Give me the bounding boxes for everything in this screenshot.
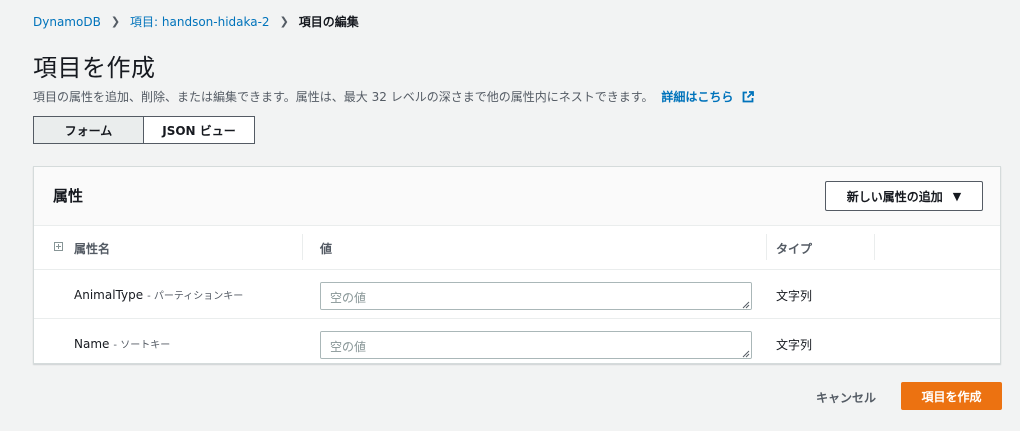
column-divider — [302, 234, 303, 260]
attribute-row-name: Name- ソートキー 文字列 — [34, 319, 1000, 367]
name-value-input[interactable] — [320, 331, 752, 359]
column-header-name: 属性名 — [74, 242, 111, 256]
column-header-type: タイプ — [776, 242, 813, 256]
breadcrumb-current: 項目の編集 — [298, 15, 359, 29]
column-header-value: 値 — [320, 242, 333, 256]
breadcrumb-item-link[interactable]: 項目: handson-hidaka-2 — [130, 13, 270, 30]
form-view-button[interactable]: フォーム — [33, 116, 144, 144]
animaltype-value-input[interactable] — [320, 282, 752, 310]
attribute-name: AnimalType - パーティションキー — [74, 287, 243, 302]
partition-key-hint: - パーティションキー — [147, 291, 244, 302]
attributes-table-header: 属性名 値 タイプ — [34, 226, 1000, 270]
learn-more-link[interactable]: 詳細はこちら — [661, 90, 754, 104]
page-description: 項目の属性を追加、削除、または編集できます。属性は、最大 32 レベルの深さまで… — [33, 88, 754, 105]
caret-down-icon: ▼ — [952, 189, 962, 203]
attributes-panel-title: 属性 — [53, 187, 84, 205]
attributes-panel-header: 属性 新しい属性の追加 ▼ — [34, 167, 1000, 226]
column-divider — [766, 234, 767, 260]
sort-key-hint: - ソートキー — [113, 340, 171, 351]
add-new-attribute-button[interactable]: 新しい属性の追加 ▼ — [825, 181, 983, 211]
attribute-name-text: Name — [74, 337, 110, 351]
breadcrumb: DynamoDB ❯ 項目: handson-hidaka-2 ❯ 項目の編集 — [33, 13, 359, 30]
create-item-button[interactable]: 項目を作成 — [901, 382, 1002, 410]
json-view-button[interactable]: JSON ビュー — [144, 116, 255, 144]
add-new-attribute-label: 新しい属性の追加 — [846, 189, 943, 204]
external-link-icon — [742, 91, 754, 103]
breadcrumb-dynamodb-link[interactable]: DynamoDB — [33, 15, 101, 29]
chevron-right-icon: ❯ — [110, 15, 121, 28]
view-toggle: フォーム JSON ビュー — [33, 116, 255, 144]
cancel-button[interactable]: キャンセル — [800, 386, 892, 408]
attribute-name-text: AnimalType — [74, 288, 144, 302]
expand-all-icon[interactable] — [54, 242, 63, 251]
page-title: 項目を作成 — [33, 54, 156, 82]
description-text: 項目の属性を追加、削除、または編集できます。属性は、最大 32 レベルの深さまで… — [33, 90, 654, 104]
attribute-type: 文字列 — [776, 338, 813, 352]
learn-more-label: 詳細はこちら — [661, 90, 734, 104]
attribute-name: Name - ソートキー — [74, 336, 170, 351]
attributes-panel: 属性 新しい属性の追加 ▼ 属性名 値 タイプ AnimalType - パーティ… — [33, 166, 1001, 364]
attribute-type: 文字列 — [776, 289, 813, 303]
chevron-right-icon: ❯ — [279, 15, 289, 28]
attribute-row-animaltype: AnimalType- パーティションキー 文字列 — [34, 270, 1000, 319]
column-divider — [874, 234, 875, 260]
